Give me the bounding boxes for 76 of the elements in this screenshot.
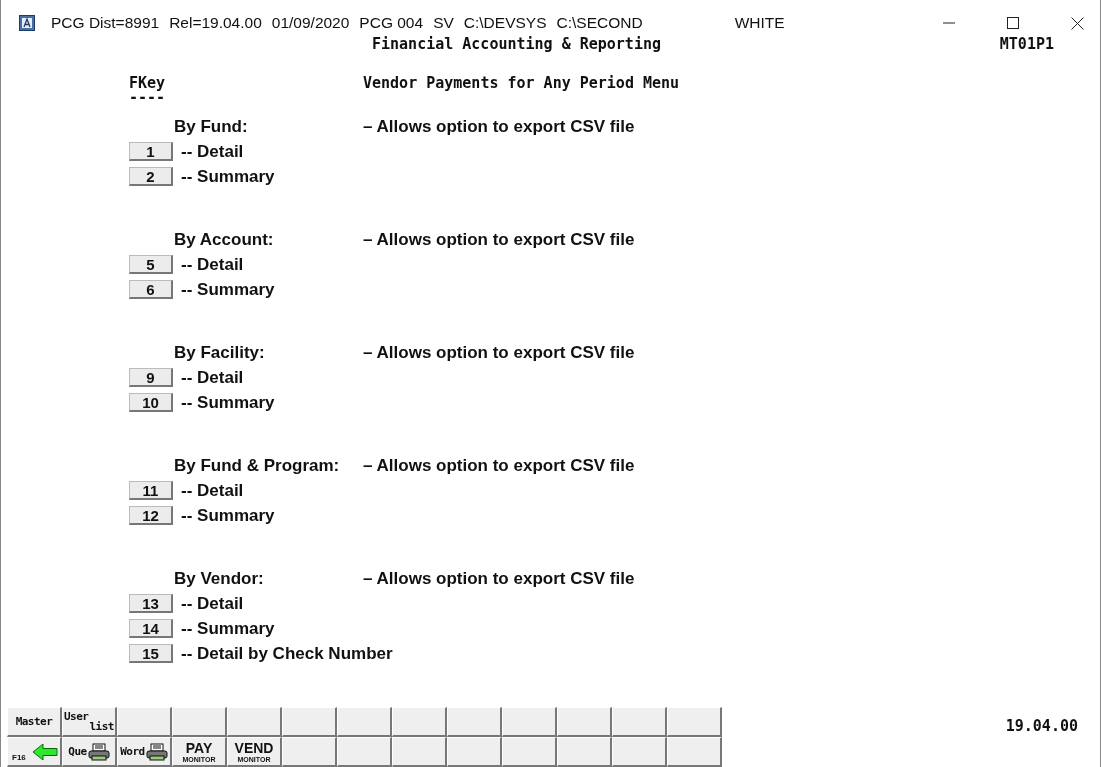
function-key-button[interactable]: 2 <box>129 167 173 186</box>
section-description: – Allows option to export CSV file <box>363 568 635 589</box>
option-label: -- Detail <box>181 141 244 162</box>
function-key-button[interactable]: 14 <box>129 619 173 638</box>
close-icon[interactable] <box>1071 16 1084 30</box>
option-label: -- Summary <box>181 279 275 300</box>
toolbar-button[interactable] <box>447 737 502 767</box>
title-text: PCG 004 <box>359 14 424 32</box>
toolbar-button[interactable] <box>117 707 172 737</box>
section-description: – Allows option to export CSV file <box>363 342 635 363</box>
print-button[interactable]: Word <box>117 737 172 767</box>
toolbar-button[interactable] <box>227 707 282 737</box>
section-description: – Allows option to export CSV file <box>363 229 635 250</box>
toolbar-button[interactable] <box>502 737 557 767</box>
toolbar-button[interactable] <box>612 707 667 737</box>
toolbar-button[interactable] <box>557 737 612 767</box>
toolbar-button[interactable] <box>612 737 667 767</box>
function-key-button[interactable]: 12 <box>129 506 173 525</box>
section-label: By Account: <box>174 229 275 250</box>
option-label: -- Detail by Check Number <box>181 643 393 664</box>
option-label: -- Detail <box>181 593 244 614</box>
screen-title: Financial Accounting & Reporting <box>372 35 661 53</box>
maximize-icon[interactable] <box>1007 17 1019 29</box>
function-key-button[interactable]: 13 <box>129 594 173 613</box>
section-description: – Allows option to export CSV file <box>363 455 635 476</box>
toolbar-button[interactable]: User list <box>62 707 117 737</box>
toolbar-button[interactable] <box>172 707 227 737</box>
function-key-button[interactable]: 9 <box>129 368 173 387</box>
menu-title: Vendor Payments for Any Period Menu <box>363 74 680 94</box>
toolbar-button[interactable] <box>282 737 337 767</box>
option-label: -- Summary <box>181 618 275 639</box>
toolbar-button[interactable]: Master <box>7 707 62 737</box>
theme-label: WHITE <box>734 14 785 32</box>
column-heading: FKey <box>129 74 167 92</box>
title-text: SV <box>433 14 454 32</box>
app-icon <box>19 15 35 31</box>
section-label: By Fund: <box>174 116 249 137</box>
function-key-button[interactable]: 10 <box>129 393 173 412</box>
printer-icon <box>87 742 110 761</box>
function-key-button[interactable]: 6 <box>129 280 173 299</box>
function-key-button[interactable]: 1 <box>129 142 173 161</box>
function-key-button[interactable]: 15 <box>129 644 173 663</box>
screen-id: MT01P1 <box>999 35 1054 53</box>
section-label: By Vendor: <box>174 568 265 589</box>
option-label: -- Summary <box>181 392 275 413</box>
toolbar-button[interactable] <box>392 707 447 737</box>
title-text: 01/09/2020 <box>271 14 350 32</box>
option-label: -- Detail <box>181 367 244 388</box>
section-description: – Allows option to export CSV file <box>363 116 635 137</box>
option-label: -- Summary <box>181 505 275 526</box>
title-text: Rel=19.04.00 <box>169 14 262 32</box>
option-label: -- Detail <box>181 254 244 275</box>
title-text: C:\DEVSYS <box>463 14 547 32</box>
printer-icon <box>145 742 168 761</box>
toolbar-button[interactable] <box>447 707 502 737</box>
option-label: -- Summary <box>181 166 275 187</box>
toolbar-button[interactable] <box>667 707 722 737</box>
function-key-button[interactable]: 11 <box>129 481 173 500</box>
title-text: C:\SECOND <box>556 14 643 32</box>
heading-underline: ---- <box>129 92 167 102</box>
toolbar-button[interactable] <box>337 707 392 737</box>
back-button[interactable]: F16 <box>7 737 62 767</box>
toolbar-button[interactable] <box>337 737 392 767</box>
version-label: 19.04.00 <box>1005 717 1078 735</box>
function-key-button[interactable]: 5 <box>129 255 173 274</box>
print-button[interactable]: Que <box>62 737 117 767</box>
section-label: By Fund & Program: <box>174 455 341 476</box>
toolbar-button[interactable] <box>282 707 337 737</box>
toolbar-button[interactable] <box>667 737 722 767</box>
option-label: -- Detail <box>181 480 244 501</box>
section-label: By Facility: <box>174 342 266 363</box>
toolbar-button[interactable] <box>502 707 557 737</box>
title-text: PCG Dist=8991 <box>51 14 160 32</box>
arrow-left-icon <box>32 742 58 761</box>
toolbar-button[interactable] <box>557 707 612 737</box>
toolbar-button[interactable] <box>392 737 447 767</box>
